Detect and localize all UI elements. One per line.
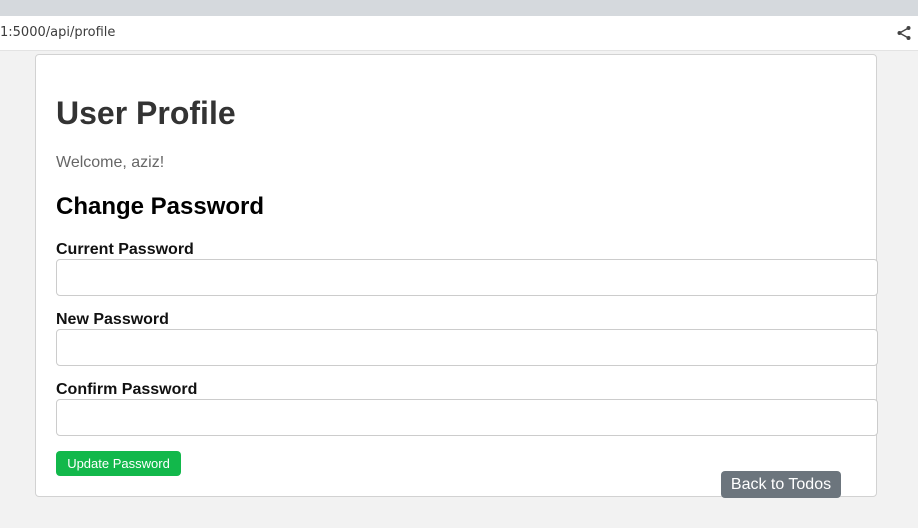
confirm-password-label: Confirm Password	[56, 381, 198, 398]
confirm-password-input[interactable]	[56, 399, 878, 436]
change-password-heading: Change Password	[56, 193, 265, 220]
update-password-button[interactable]: Update Password	[56, 451, 181, 476]
back-to-todos-button[interactable]: Back to Todos	[721, 471, 841, 498]
new-password-input[interactable]	[56, 329, 878, 366]
welcome-message: Welcome, aziz!	[56, 154, 165, 171]
url-text[interactable]: 1:5000/api/profile	[0, 25, 115, 40]
new-password-label: New Password	[56, 311, 169, 328]
page-title: User Profile	[56, 95, 236, 131]
share-icon[interactable]	[896, 25, 912, 41]
current-password-label: Current Password	[56, 241, 194, 258]
current-password-input[interactable]	[56, 259, 878, 296]
browser-tab-strip	[0, 0, 918, 16]
browser-address-bar[interactable]: 1:5000/api/profile	[0, 16, 918, 51]
